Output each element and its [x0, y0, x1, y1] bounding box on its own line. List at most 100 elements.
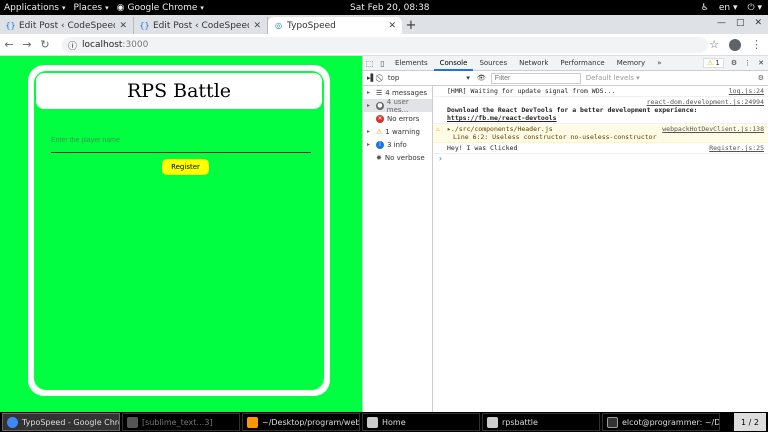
chevron-down-icon: ▾: [200, 3, 204, 12]
message-text: Download the React DevTools for a better…: [447, 106, 698, 114]
task-label: Home: [382, 417, 406, 427]
more-tabs-button[interactable]: »: [651, 56, 667, 71]
clock[interactable]: Sat Feb 20, 08:38: [350, 3, 430, 13]
devtools-panel: ⬚ ▯ Elements Console Sources Network Per…: [362, 56, 768, 412]
expand-arrow-icon: ▸: [367, 89, 371, 96]
page-viewport: RPS Battle Register: [0, 56, 362, 412]
app-card: RPS Battle Register: [28, 65, 330, 396]
info-icon[interactable]: ⓘ: [68, 39, 77, 52]
register-button[interactable]: Register: [162, 159, 209, 175]
warning-count: 1: [715, 59, 720, 67]
devtools-link[interactable]: https://fb.me/react-devtools: [447, 114, 557, 122]
sidebar-item-label: No errors: [387, 114, 420, 123]
accessibility-icon[interactable]: ♿: [701, 3, 709, 13]
log-levels-dropdown[interactable]: Default levels ▾: [586, 74, 640, 82]
settings-gear-icon[interactable]: ⚙: [731, 59, 737, 67]
tab-typospeed[interactable]: ◎ TypoSpeed ✕: [268, 17, 402, 34]
sidebar-item-user-messages[interactable]: ▸ ● 4 user mes…: [363, 97, 432, 114]
maximize-icon[interactable]: □: [736, 18, 745, 28]
avatar[interactable]: [729, 38, 741, 51]
expand-arrow-icon: ▸: [367, 141, 371, 148]
console-body: ▸ ☰ 4 messages ▸ ● 4 user mes… ✕ No errors ▸ ⚠…: [363, 86, 768, 412]
folder-icon: [487, 416, 498, 428]
console-message: log.js:24 [HMR] Waiting for update signal…: [433, 86, 768, 97]
taskbar: TypoSpeed - Google Chro… [sublime_text…3…: [0, 412, 768, 432]
inspect-element-icon[interactable]: ⬚: [363, 59, 376, 68]
task-terminal[interactable]: elcot@programmer: ~/Des…: [602, 413, 720, 431]
tab-sources[interactable]: Sources: [473, 56, 513, 71]
task-rpsbattle-folder[interactable]: rpsbattle: [482, 413, 600, 431]
error-icon: ✕: [376, 114, 384, 123]
bookmark-star-icon[interactable]: ☆: [709, 38, 719, 51]
close-icon[interactable]: ✕: [388, 21, 396, 31]
task-label: TypoSpeed - Google Chro…: [22, 417, 120, 427]
tab-console[interactable]: Console: [433, 56, 474, 71]
task-sublime[interactable]: ~/Desktop/program/web/r…: [242, 413, 360, 431]
sidebar-item-warnings[interactable]: ▸ ⚠ 1 warning: [363, 125, 432, 138]
context-selector[interactable]: top ▾: [386, 74, 472, 82]
tab-network[interactable]: Network: [513, 56, 554, 71]
filter-input[interactable]: [490, 72, 581, 84]
warning-count-badge[interactable]: ⚠ 1: [702, 58, 724, 68]
language-indicator[interactable]: en ▾: [719, 3, 738, 13]
message-text[interactable]: ▸./src/components/Header.js: [447, 125, 553, 133]
chrome-icon: ◉: [116, 2, 125, 13]
menu-icon[interactable]: ⋮: [751, 38, 762, 51]
console-prompt[interactable]: ›: [433, 154, 768, 163]
task-chrome[interactable]: TypoSpeed - Google Chro…: [2, 413, 120, 431]
close-icon[interactable]: ✕: [253, 21, 261, 31]
source-link[interactable]: webpackHotDevClient.js:138: [658, 125, 764, 133]
back-icon[interactable]: ←: [0, 38, 18, 51]
tab-title: TypoSpeed: [287, 20, 336, 31]
window-controls: — □ ✕: [717, 18, 762, 28]
browser-tab-strip: {} Edit Post ‹ CodeSpeedy — ✕ {} Edit Po…: [0, 15, 768, 34]
sidebar-toggle-icon[interactable]: ▸▌: [367, 74, 376, 82]
workspace-pager[interactable]: 1 / 2: [734, 413, 766, 431]
toolbar-actions: ☆ ⋮: [709, 38, 762, 51]
places-menu[interactable]: Places ▾: [70, 3, 113, 13]
sidebar-item-info[interactable]: ▸ i 3 info: [363, 138, 432, 151]
sidebar-item-label: 1 warning: [385, 127, 420, 136]
url-text: localhost:3000: [82, 40, 148, 50]
sidebar-item-verbose[interactable]: ✸ No verbose: [363, 151, 432, 164]
sidebar-item-label: 4 user mes…: [386, 97, 409, 114]
close-icon[interactable]: ✕: [119, 21, 127, 31]
close-window-icon[interactable]: ✕: [754, 18, 762, 28]
tab-edit-post-2[interactable]: {} Edit Post ‹ CodeSpeedy — ✕: [134, 17, 268, 34]
applications-label: Applications: [4, 2, 59, 13]
player-name-input[interactable]: [51, 129, 311, 153]
tab-title: Edit Post ‹ CodeSpeedy —: [153, 20, 249, 31]
chevron-down-icon: ▾: [61, 3, 66, 12]
source-link[interactable]: react-dom.development.js:24994: [643, 98, 764, 106]
wordpress-icon: {}: [5, 21, 16, 30]
forward-icon[interactable]: →: [18, 38, 36, 51]
applications-menu[interactable]: Applications ▾: [0, 3, 70, 13]
power-menu-icon[interactable]: ⏻ ▾: [748, 3, 763, 13]
tab-elements[interactable]: Elements: [389, 56, 434, 71]
devtools-actions: ⚠ 1 ⚙ ⋮ ✕: [702, 58, 768, 68]
tab-memory[interactable]: Memory: [611, 56, 651, 71]
more-options-icon[interactable]: ⋮: [744, 59, 751, 67]
globe-icon: ◎: [275, 21, 282, 30]
new-tab-button[interactable]: +: [402, 17, 420, 34]
console-settings-icon[interactable]: ⚙: [758, 74, 764, 82]
minimize-icon[interactable]: —: [717, 18, 726, 28]
url-host: localhost: [82, 40, 123, 50]
device-toolbar-icon[interactable]: ▯: [376, 59, 389, 68]
address-bar[interactable]: ⓘ localhost:3000: [62, 37, 708, 53]
source-link[interactable]: log.js:24: [725, 87, 764, 95]
reload-icon[interactable]: ↻: [36, 38, 54, 51]
source-link[interactable]: Register.js:25: [705, 144, 764, 152]
close-devtools-icon[interactable]: ✕: [758, 59, 764, 67]
task-home-folder[interactable]: Home: [362, 413, 480, 431]
eye-icon[interactable]: 👁: [477, 74, 486, 82]
tab-performance[interactable]: Performance: [554, 56, 610, 71]
tab-edit-post-1[interactable]: {} Edit Post ‹ CodeSpeedy — ✕: [0, 17, 134, 34]
task-sublime-minimized[interactable]: [sublime_text…3]: [122, 413, 240, 431]
wordpress-icon: {}: [139, 21, 150, 30]
sidebar-item-errors[interactable]: ✕ No errors: [363, 112, 432, 125]
places-label: Places: [73, 2, 103, 13]
expand-arrow-icon: ▸: [367, 102, 371, 109]
chrome-app-menu[interactable]: ◉ Google Chrome ▾: [113, 3, 208, 13]
task-label: [sublime_text…3]: [142, 417, 213, 427]
